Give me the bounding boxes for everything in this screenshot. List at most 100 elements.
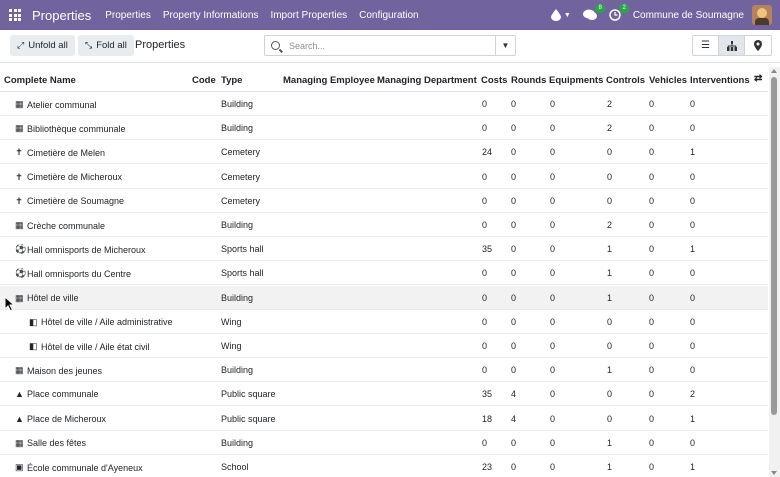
- col-equipments[interactable]: Equipments: [549, 75, 603, 86]
- table-row[interactable]: ✝ Cimetière de Micheroux Cemetery 0 0 0 0 0 0: [0, 165, 768, 189]
- cell-type: Public square: [221, 389, 276, 400]
- bus-icon: ▣: [15, 462, 24, 472]
- cell-vehicles: 0: [649, 365, 655, 376]
- table-row[interactable]: ◧ Hôtel de ville / Aile état civil Wing 0 0 0…: [0, 334, 768, 358]
- cross-icon: ✝: [15, 195, 23, 206]
- table-row[interactable]: ▦ Hôtel de ville Building 0 0 0 1 0 0: [0, 285, 768, 310]
- col-vehicles[interactable]: Vehicles: [649, 75, 687, 86]
- property-name: Cimetière de Soumagne: [27, 196, 125, 207]
- unfold-all-label: Unfold all: [28, 40, 68, 51]
- col-managing-department[interactable]: Managing Department: [377, 75, 477, 86]
- cell-controls: 0: [607, 316, 613, 327]
- cell-rounds: 0: [511, 147, 517, 158]
- col-managing-employee[interactable]: Managing Employee: [283, 75, 375, 86]
- cell-interventions: 0: [690, 220, 696, 230]
- col-type[interactable]: Type: [221, 75, 242, 86]
- cell-equipments: 0: [550, 195, 556, 206]
- col-interventions[interactable]: Interventions: [690, 75, 750, 86]
- cell-equipments: 0: [550, 341, 556, 351]
- cell-controls: 0: [607, 171, 613, 182]
- unfold-all-button[interactable]: ⤢ Unfold all: [10, 35, 75, 56]
- table-row[interactable]: ◧ Hôtel de ville / Aile administrative Win…: [0, 310, 768, 334]
- table-row[interactable]: ⚽ Hall omnisports du Centre Sports hall 0 0 0…: [0, 261, 768, 286]
- menu-import-properties[interactable]: Import Properties: [270, 10, 347, 21]
- cell-complete-name: ✝ Cimetière de Soumagne: [15, 196, 124, 207]
- table-row[interactable]: ▦ Crèche communale Building 0 0 0 2 0 0: [0, 213, 768, 237]
- cell-controls: 0: [607, 195, 613, 206]
- apps-grid-icon[interactable]: [9, 9, 21, 21]
- table-row[interactable]: ▲ Place de Micheroux Public square 18 4 0 0 0 1: [0, 407, 768, 431]
- menu-configuration[interactable]: Configuration: [359, 10, 418, 21]
- cell-equipments: 0: [550, 147, 556, 158]
- table-row[interactable]: ⚽ Hall omnisports de Micheroux Sports hall…: [0, 237, 768, 262]
- col-rounds[interactable]: Rounds: [511, 75, 546, 86]
- column-settings-icon[interactable]: ⇄: [754, 73, 762, 84]
- hierarchy-view-icon[interactable]: [719, 36, 745, 55]
- vertical-scrollbar[interactable]: [769, 67, 780, 477]
- col-costs[interactable]: Costs: [481, 75, 507, 86]
- property-name: Salle des fêtes: [27, 438, 87, 449]
- cell-controls: 0: [607, 341, 613, 351]
- table-row[interactable]: ✝ Cimetière de Melen Cemetery 24 0 0 0 0 1: [0, 140, 768, 165]
- table-row[interactable]: ▣ École communale d'Ayeneux School 23 0 0 1 0 1: [0, 455, 768, 477]
- scroll-up-icon[interactable]: [771, 69, 777, 73]
- cell-costs: 18: [482, 413, 493, 424]
- app-brand[interactable]: Properties: [32, 8, 91, 23]
- building-icon: ▦: [15, 99, 24, 109]
- cell-controls: 1: [607, 437, 613, 448]
- cell-costs: 0: [482, 220, 488, 230]
- cell-rounds: 0: [511, 437, 517, 448]
- cell-interventions: 0: [690, 341, 696, 351]
- table-row[interactable]: ▦ Salle des fêtes Building 0 0 0 1 0 0: [0, 431, 768, 455]
- activity-clock-icon[interactable]: 2: [609, 4, 629, 21]
- cell-equipments: 0: [550, 123, 556, 134]
- map-view-icon[interactable]: [745, 36, 771, 55]
- table-row[interactable]: ✝ Cimetière de Soumagne Cemetery 0 0 0 0 0 0: [0, 189, 768, 213]
- user-avatar[interactable]: [752, 5, 772, 25]
- property-name: Cimetière de Micheroux: [27, 172, 123, 183]
- building-icon: ▦: [15, 220, 24, 230]
- cell-costs: 24: [482, 147, 493, 158]
- cell-vehicles: 0: [649, 220, 655, 230]
- property-name: Place communale: [27, 389, 99, 400]
- col-controls[interactable]: Controls: [606, 75, 645, 86]
- col-code[interactable]: Code: [192, 75, 216, 86]
- scroll-down-icon[interactable]: [771, 471, 777, 475]
- table-row[interactable]: ▦ Atelier communal Building 0 0 0 2 0 0: [0, 92, 768, 116]
- debug-drop-icon[interactable]: ▼: [550, 9, 571, 21]
- search-icon: [271, 41, 280, 50]
- cell-controls: 0: [607, 147, 613, 158]
- cell-complete-name: ◧ Hôtel de ville / Aile état civil: [29, 341, 150, 352]
- door-icon: ◧: [29, 341, 38, 351]
- cell-equipments: 0: [550, 244, 556, 255]
- cell-complete-name: ▲ Place de Micheroux: [15, 414, 106, 424]
- table-row[interactable]: ▲ Place communale Public square 35 4 0 0 0 2: [0, 382, 768, 407]
- cell-controls: 1: [607, 268, 613, 279]
- search-input[interactable]: Search... ▼: [264, 35, 516, 56]
- cell-type: Cemetery: [221, 147, 261, 158]
- compress-arrows-icon: ⤡: [85, 40, 93, 50]
- search-placeholder: Search...: [289, 40, 326, 51]
- fold-all-button[interactable]: ⤡ Fold all: [78, 35, 134, 56]
- search-options-toggle[interactable]: ▼: [495, 36, 515, 55]
- cell-type: Cemetery: [221, 171, 261, 182]
- cell-costs: 0: [482, 292, 488, 303]
- cell-type: Cemetery: [221, 195, 261, 206]
- property-name: Cimetière de Melen: [27, 147, 106, 158]
- door-icon: ◧: [29, 316, 38, 327]
- list-view-icon[interactable]: ☰: [693, 36, 719, 55]
- table-row[interactable]: ▦ Bibliothèque communale Building 0 0 0 2 0 0: [0, 116, 768, 141]
- menu-property-informations[interactable]: Property Informations: [163, 10, 259, 21]
- property-name: École communale d'Ayeneux: [27, 462, 143, 473]
- table-row[interactable]: ▦ Maison des jeunes Building 0 0 0 1 0 0: [0, 358, 768, 383]
- cell-equipments: 0: [550, 99, 556, 109]
- cell-vehicles: 0: [649, 341, 655, 351]
- menu-properties[interactable]: Properties: [105, 10, 151, 21]
- scroll-thumb[interactable]: [771, 77, 777, 415]
- cell-complete-name: ▲ Place communale: [15, 389, 99, 399]
- property-name: Hôtel de ville / Aile état civil: [41, 341, 150, 352]
- company-switcher[interactable]: Commune de Soumagne: [633, 10, 744, 21]
- col-complete-name[interactable]: Complete Name: [4, 75, 76, 86]
- property-name: Hall omnisports de Micheroux: [27, 244, 146, 255]
- chat-icon[interactable]: 8: [582, 4, 605, 21]
